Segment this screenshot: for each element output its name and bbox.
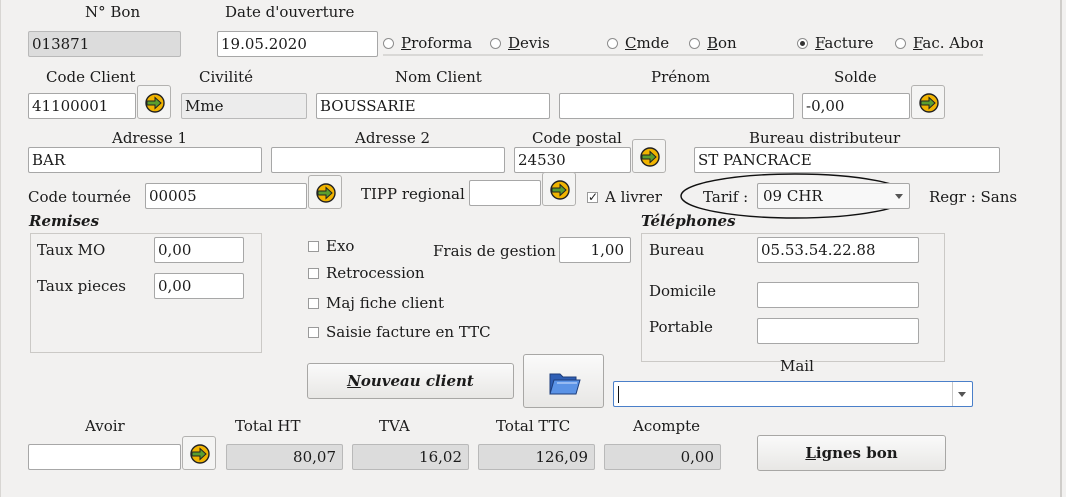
chevron-down-icon	[958, 392, 966, 397]
radio-group-underline	[383, 54, 983, 56]
arrow-go-icon	[919, 93, 939, 113]
radio-dot-selected	[797, 38, 808, 49]
code-client-field[interactable]: 41100001	[28, 93, 136, 119]
checkbox	[308, 298, 319, 309]
radio-dot	[895, 38, 906, 49]
tarif-select[interactable]: 09 CHR	[757, 183, 910, 209]
total-ht-label: Total HT	[235, 417, 301, 435]
a-livrer-checkbox[interactable]: A livrer	[587, 188, 662, 206]
no-bon-field: 013871	[28, 31, 181, 57]
civilite-label: Civilité	[199, 68, 254, 86]
solde-button[interactable]	[911, 85, 945, 119]
remises-title: Remises	[29, 212, 100, 230]
radio-fac-abon[interactable]: Fac. Abon	[895, 34, 983, 52]
regr-label: Regr : Sans	[929, 188, 1018, 206]
open-folder-button[interactable]	[523, 354, 604, 408]
code-tournee-field[interactable]: 00005	[145, 183, 307, 209]
code-tournee-lookup-button[interactable]	[308, 175, 342, 209]
mail-combo[interactable]	[613, 381, 973, 407]
arrow-go-icon	[316, 183, 336, 203]
prenom-field[interactable]	[559, 93, 794, 119]
checkbox-checked	[587, 188, 598, 206]
prenom-label: Prénom	[651, 68, 711, 86]
radio-proforma[interactable]: Proforma	[383, 34, 472, 52]
code-client-label: Code Client	[46, 68, 136, 86]
adresse2-label: Adresse 2	[355, 129, 431, 147]
nouveau-client-button[interactable]: Nouveau client	[307, 363, 514, 399]
code-postal-lookup-button[interactable]	[632, 139, 666, 173]
maj-fiche-checkbox[interactable]: Maj fiche client	[308, 294, 444, 312]
acompte-field: 0,00	[604, 444, 721, 470]
arrow-go-icon	[190, 444, 210, 464]
radio-dot	[689, 38, 700, 49]
taux-pieces-field[interactable]: 0,00	[154, 273, 244, 299]
arrow-go-icon	[550, 180, 570, 200]
radio-cmde[interactable]: Cmde	[607, 34, 669, 52]
taux-mo-label: Taux MO	[37, 241, 106, 259]
radio-bon[interactable]: Bon	[689, 34, 737, 52]
date-field[interactable]: 19.05.2020	[217, 31, 378, 57]
taux-pieces-label: Taux pieces	[37, 277, 126, 295]
bureau-distributeur-field[interactable]: ST PANCRACE	[694, 147, 1000, 173]
tva-field: 16,02	[352, 444, 469, 470]
tel-bureau-label: Bureau	[649, 241, 705, 259]
avoir-label: Avoir	[85, 417, 125, 435]
nom-client-field[interactable]: BOUSSARIE	[316, 93, 550, 119]
tel-domicile-field[interactable]	[757, 282, 919, 308]
chevron-down-icon	[895, 194, 903, 199]
code-client-lookup-button[interactable]	[137, 85, 171, 119]
retrocession-checkbox[interactable]: Retrocession	[308, 264, 425, 282]
nom-client-label: Nom Client	[395, 68, 482, 86]
avoir-button[interactable]	[182, 436, 216, 470]
mail-label: Mail	[780, 357, 814, 375]
civilite-field[interactable]: Mme	[181, 93, 307, 119]
radio-dot	[607, 38, 618, 49]
adresse1-field[interactable]: BAR	[28, 147, 262, 173]
checkbox	[308, 241, 319, 252]
tarif-select-value: 09 CHR	[763, 187, 823, 205]
frais-gestion-label: Frais de gestion	[433, 242, 556, 260]
frais-gestion-field[interactable]: 1,00	[559, 237, 631, 263]
tipp-field[interactable]	[469, 180, 541, 206]
saisie-ttc-checkbox[interactable]: Saisie facture en TTC	[308, 323, 491, 341]
exo-checkbox[interactable]: Exo	[308, 237, 354, 255]
taux-mo-field[interactable]: 0,00	[154, 237, 244, 263]
date-label: Date d'ouverture	[225, 3, 355, 21]
acompte-label: Acompte	[633, 417, 700, 435]
solde-label: Solde	[834, 68, 877, 86]
tva-label: TVA	[379, 417, 410, 435]
tarif-label: Tarif :	[703, 188, 749, 206]
tipp-label: TIPP regional	[361, 185, 465, 203]
code-postal-label: Code postal	[532, 129, 622, 147]
arrow-go-icon	[640, 147, 660, 167]
folder-open-icon	[549, 373, 581, 395]
combo-separator	[952, 382, 953, 406]
tel-portable-label: Portable	[649, 318, 713, 336]
radio-dot	[383, 38, 394, 49]
total-ht-field: 80,07	[226, 444, 343, 470]
telephones-title: Téléphones	[641, 212, 736, 230]
tel-portable-field[interactable]	[757, 318, 919, 344]
lignes-bon-button[interactable]: Lignes bon	[757, 435, 946, 471]
no-bon-label: N° Bon	[85, 3, 141, 21]
arrow-go-icon	[145, 93, 165, 113]
code-postal-field[interactable]: 24530	[514, 147, 631, 173]
bureau-distributeur-label: Bureau distributeur	[749, 129, 901, 147]
tel-bureau-field[interactable]: 05.53.54.22.88	[757, 237, 919, 263]
radio-devis[interactable]: Devis	[490, 34, 550, 52]
adresse1-label: Adresse 1	[112, 129, 188, 147]
adresse2-field[interactable]	[271, 147, 505, 173]
tipp-lookup-button[interactable]	[542, 172, 576, 206]
avoir-field[interactable]	[28, 444, 181, 470]
radio-facture[interactable]: Facture	[797, 34, 873, 52]
total-ttc-label: Total TTC	[496, 417, 571, 435]
radio-dot	[490, 38, 501, 49]
code-tournee-label: Code tournée	[28, 188, 132, 206]
tel-domicile-label: Domicile	[649, 282, 716, 300]
total-ttc-field: 126,09	[478, 444, 595, 470]
solde-field[interactable]: -0,00	[802, 93, 910, 119]
checkbox	[308, 268, 319, 279]
checkbox	[308, 327, 319, 338]
text-cursor	[618, 386, 619, 403]
